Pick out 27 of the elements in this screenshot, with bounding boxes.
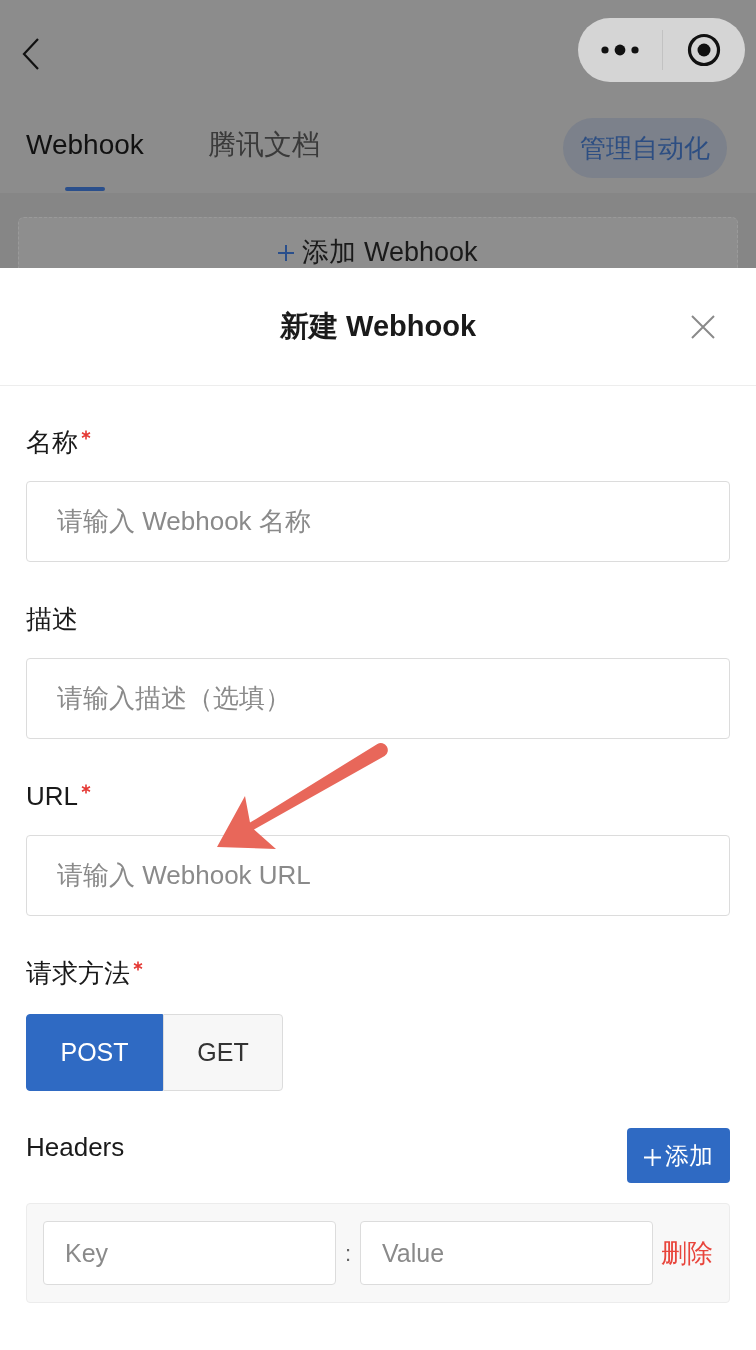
headers-label: Headers — [26, 1131, 125, 1164]
back-chevron-icon[interactable] — [22, 38, 40, 70]
header-value-field[interactable]: Value — [360, 1221, 653, 1285]
method-option[interactable]: GET — [163, 1014, 283, 1091]
text-input-field[interactable]: 请输入 Webhook URL — [26, 835, 730, 916]
add-header-button[interactable]: 添加 — [627, 1128, 730, 1183]
add-webhook-label: 添加 Webhook — [302, 237, 478, 267]
text-input-field[interactable]: 请输入 Webhook 名称 — [26, 481, 730, 562]
target-circle-icon[interactable] — [687, 33, 721, 67]
header-key-field[interactable]: Key — [43, 1221, 336, 1285]
plus-icon — [644, 1148, 661, 1166]
field-label: 请求方法 — [26, 957, 130, 990]
method-option[interactable]: POST — [26, 1014, 163, 1091]
plus-icon — [278, 245, 295, 261]
delete-link[interactable]: 删除 — [661, 1233, 713, 1273]
close-icon[interactable] — [691, 315, 715, 339]
field-label: 名称 — [26, 426, 78, 459]
tab-indicator — [64, 187, 105, 191]
text-input-field[interactable]: 请输入描述（选填） — [26, 658, 730, 739]
dialog-title: 新建 Webhook — [280, 308, 476, 344]
more-dots-icon[interactable] — [601, 44, 639, 56]
add-webhook-card[interactable]: 添加 Webhook — [18, 217, 738, 268]
field-label: URL — [26, 780, 78, 813]
key-value-separator: : — [343, 1239, 353, 1268]
tab[interactable]: Webhook — [26, 100, 144, 193]
tab[interactable]: 腾讯文档 — [207, 100, 320, 193]
field-label: 描述 — [26, 603, 78, 636]
